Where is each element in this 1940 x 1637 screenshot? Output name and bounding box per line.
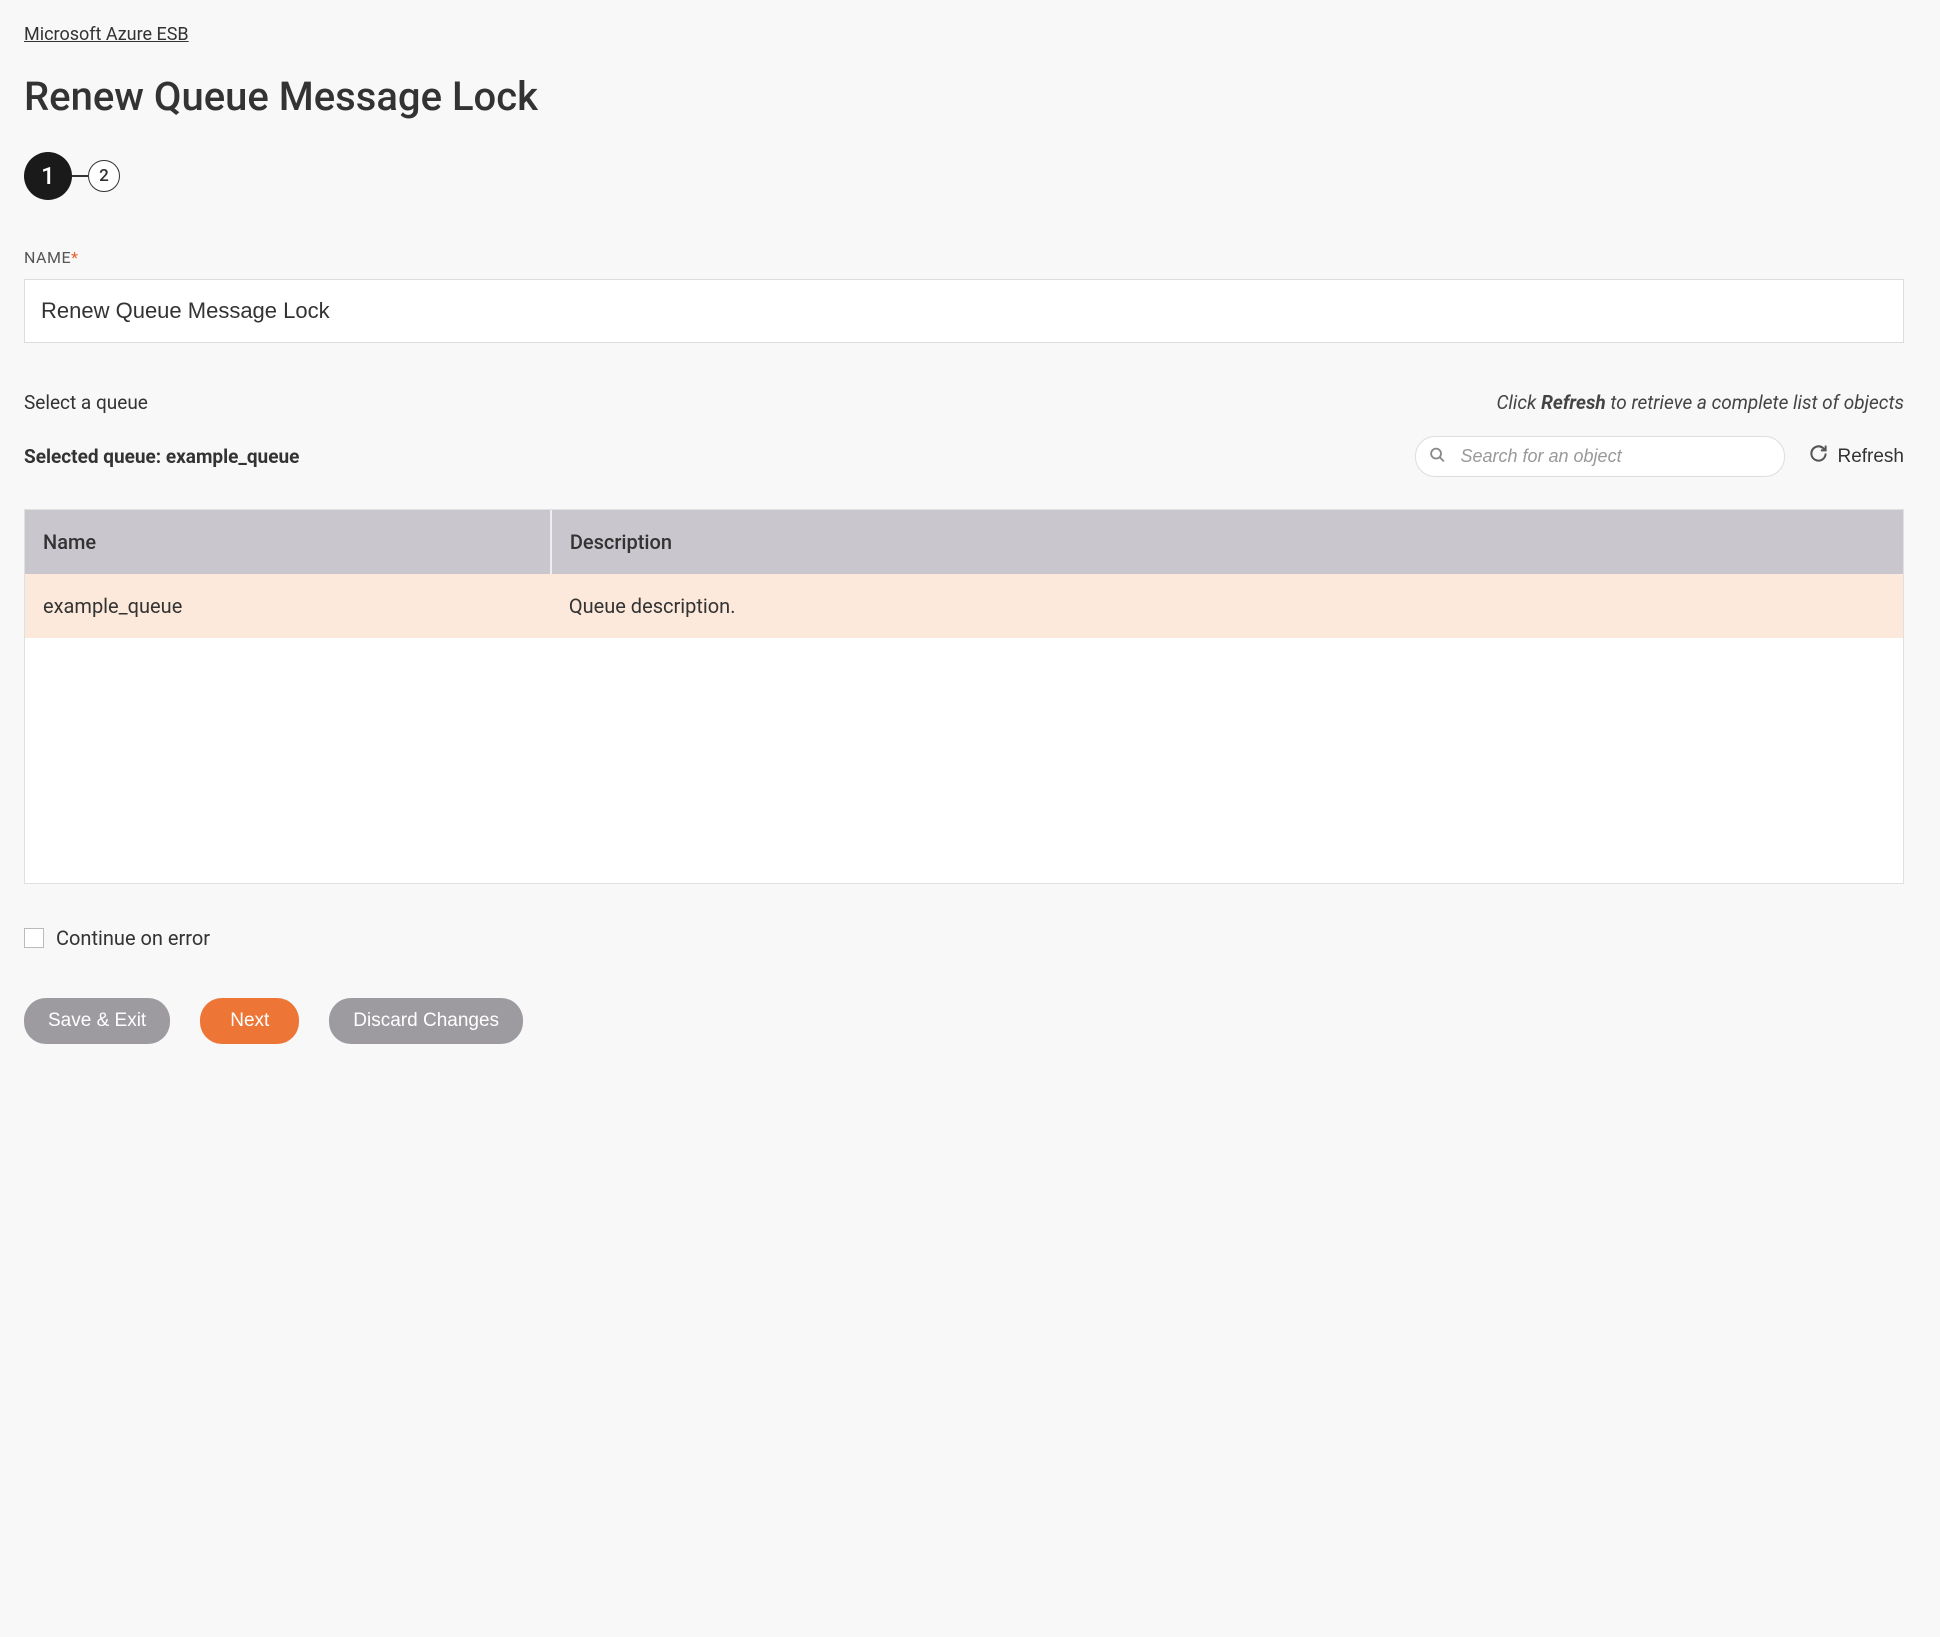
hint-prefix: Click — [1496, 391, 1541, 414]
refresh-button[interactable]: Refresh — [1809, 444, 1904, 469]
table-cell-description: Queue description. — [551, 574, 1903, 638]
table-row[interactable]: example_queue Queue description. — [25, 574, 1903, 638]
required-asterisk: * — [71, 248, 78, 267]
step-connector — [72, 175, 88, 177]
table-cell-name: example_queue — [25, 574, 551, 638]
discard-changes-button[interactable]: Discard Changes — [329, 998, 523, 1044]
step-1[interactable]: 1 — [24, 152, 72, 200]
search-icon — [1429, 446, 1446, 467]
selected-queue-label: Selected queue: example_queue — [24, 445, 299, 468]
queue-table-container: Name Description example_queue Queue des… — [24, 509, 1904, 884]
page-title: Renew Queue Message Lock — [24, 73, 1904, 120]
continue-on-error-checkbox[interactable] — [24, 928, 44, 948]
hint-suffix: to retrieve a complete list of objects — [1606, 391, 1904, 414]
refresh-label: Refresh — [1837, 446, 1904, 468]
continue-on-error-label: Continue on error — [56, 926, 210, 950]
save-exit-button[interactable]: Save & Exit — [24, 998, 170, 1044]
hint-bold: Refresh — [1541, 391, 1606, 414]
next-button[interactable]: Next — [200, 998, 299, 1044]
table-header-description[interactable]: Description — [551, 510, 1903, 574]
breadcrumb-link[interactable]: Microsoft Azure ESB — [24, 24, 189, 45]
name-input[interactable] — [24, 279, 1904, 343]
selected-queue-prefix: Selected queue: — [24, 445, 166, 468]
selected-queue-value: example_queue — [166, 445, 300, 468]
queue-table: Name Description example_queue Queue des… — [25, 510, 1903, 638]
name-label: NAME* — [24, 248, 1904, 267]
select-queue-label: Select a queue — [24, 391, 148, 414]
refresh-hint: Click Refresh to retrieve a complete lis… — [1496, 391, 1904, 414]
name-label-text: NAME — [24, 248, 71, 267]
stepper: 1 2 — [24, 152, 1904, 200]
refresh-icon — [1809, 444, 1828, 469]
step-2[interactable]: 2 — [88, 160, 120, 192]
table-header-name[interactable]: Name — [25, 510, 551, 574]
search-input[interactable] — [1415, 436, 1785, 477]
